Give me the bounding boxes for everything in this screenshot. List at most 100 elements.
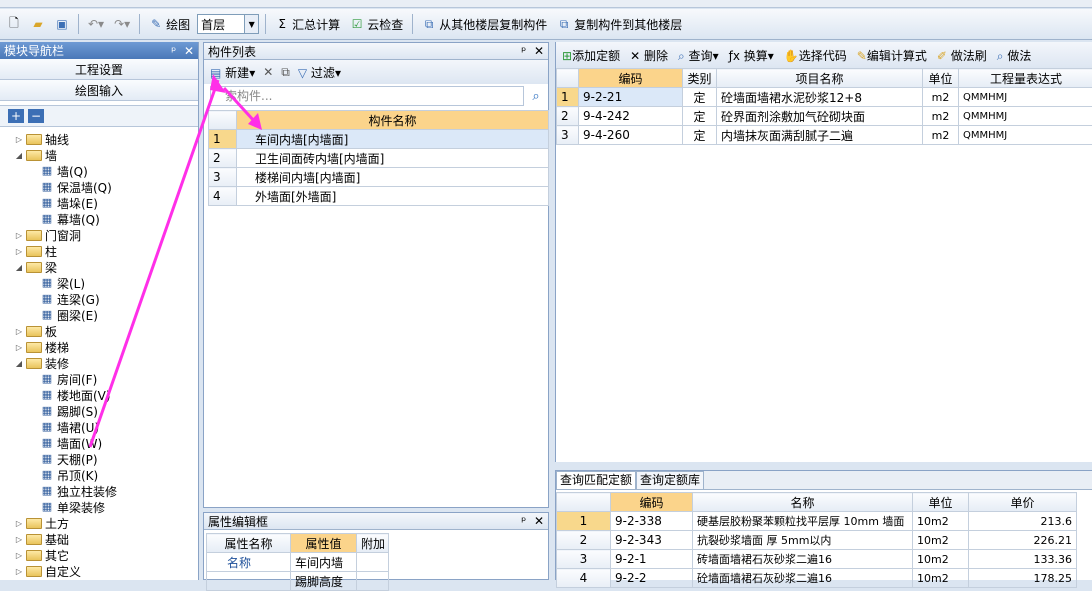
tree-item[interactable]: ▦保温墙(Q) [0, 179, 198, 195]
component-name-cell[interactable]: 外墙面[外墙面] [237, 187, 549, 206]
tree-item[interactable]: ▦单梁装修 [0, 499, 198, 515]
tree-item[interactable]: ▦独立柱装修 [0, 483, 198, 499]
tree-item[interactable]: ▦墙裙(U) [0, 419, 198, 435]
match-code-cell[interactable]: 9-2-2 [611, 569, 693, 588]
floor-select[interactable]: 首层▼ [197, 14, 259, 34]
component-row[interactable]: 1车间内墙[内墙面] [209, 130, 549, 149]
match-code-cell[interactable]: 9-2-343 [611, 531, 693, 550]
undo-button[interactable]: ↶▾ [85, 13, 107, 35]
tree-item[interactable]: ▦墙(Q) [0, 163, 198, 179]
new-file-button[interactable]: 🗋 [4, 13, 24, 35]
quota-expr-cell[interactable]: QMMHMJ [959, 107, 1092, 126]
query-button[interactable]: ⌕ 查询▾ [678, 47, 719, 64]
property-row[interactable]: 踢脚高度 [207, 572, 389, 591]
delete-component-icon[interactable]: ✕ [263, 65, 273, 79]
filter-button[interactable]: ▽ 过滤▾ [298, 64, 341, 81]
select-code-button[interactable]: ✋选择代码 [784, 47, 847, 64]
match-code-cell[interactable]: 9-2-1 [611, 550, 693, 569]
tree-item[interactable]: ▦梁(L) [0, 275, 198, 291]
match-row[interactable]: 29-2-343抗裂砂浆墙面 厚 5mm以内10m2226.21 [557, 531, 1077, 550]
match-price-cell[interactable]: 133.36 [969, 550, 1077, 569]
component-row[interactable]: 3楼梯间内墙[内墙面] [209, 168, 549, 187]
collapse-all-icon[interactable]: − [28, 109, 44, 123]
tree-item[interactable]: ▦天棚(P) [0, 451, 198, 467]
redo-button[interactable]: ↷▾ [111, 13, 133, 35]
match-name-cell[interactable]: 砖墙面墙裙石灰砂浆二遍16 [693, 550, 913, 569]
collapse-icon[interactable]: ◢ [14, 263, 24, 272]
quota-type-cell[interactable]: 定 [683, 126, 717, 145]
expand-icon[interactable]: ▷ [14, 535, 24, 544]
quota-unit-cell[interactable]: m2 [923, 107, 959, 126]
save-button[interactable]: ▣ [52, 13, 72, 35]
tree-item[interactable]: ▦幕墙(Q) [0, 211, 198, 227]
tree-item[interactable]: ▦连梁(G) [0, 291, 198, 307]
expand-icon[interactable]: ▷ [14, 567, 24, 576]
tree-folder[interactable]: ▷楼梯 [0, 339, 198, 355]
component-name-cell[interactable]: 楼梯间内墙[内墙面] [237, 168, 549, 187]
quota-name-cell[interactable]: 内墙抹灰面满刮腻子二遍 [717, 126, 923, 145]
quota-code-cell[interactable]: 9-4-260 [579, 126, 683, 145]
delete-quota-button[interactable]: ✕ 删除 [630, 47, 668, 64]
copy-component-icon[interactable]: ⧉ [281, 65, 290, 80]
expand-icon[interactable]: ▷ [14, 135, 24, 144]
copy-to-floor-button[interactable]: ⧉复制构件到其他楼层 [554, 13, 685, 35]
quota-row[interactable]: 29-4-242定砼界面剂涂敷加气砼砌块面m2QMMHMJ [557, 107, 1092, 126]
property-extra-cell[interactable] [357, 572, 389, 591]
tree-item[interactable]: ▦吊顶(K) [0, 467, 198, 483]
tree-folder[interactable]: ▷基础 [0, 531, 198, 547]
expand-icon[interactable]: ▷ [14, 327, 24, 336]
match-unit-cell[interactable]: 10m2 [913, 569, 969, 588]
close-icon[interactable]: ✕ [534, 44, 544, 58]
match-price-cell[interactable]: 213.6 [969, 512, 1077, 531]
match-name-cell[interactable]: 砼墙面墙裙石灰砂浆二遍16 [693, 569, 913, 588]
tree-item[interactable]: ▦墙垛(E) [0, 195, 198, 211]
quota-unit-cell[interactable]: m2 [923, 126, 959, 145]
match-unit-cell[interactable]: 10m2 [913, 512, 969, 531]
drawing-input-button[interactable]: 绘图输入 [0, 80, 198, 101]
add-quota-button[interactable]: ⊞添加定额 [562, 47, 620, 64]
quota-expr-cell[interactable]: QMMHMJ [959, 126, 1092, 145]
component-search-input[interactable]: 索构件... [210, 86, 524, 106]
sum-calc-button[interactable]: Σ汇总计算 [272, 13, 343, 35]
quota-row[interactable]: 19-2-21定砼墙面墙裙水泥砂浆12+8m2QMMHMJ [557, 88, 1092, 107]
quota-name-cell[interactable]: 砼墙面墙裙水泥砂浆12+8 [717, 88, 923, 107]
quota-type-cell[interactable]: 定 [683, 88, 717, 107]
property-value-cell[interactable]: 踢脚高度 [291, 572, 357, 591]
match-row[interactable]: 39-2-1砖墙面墙裙石灰砂浆二遍1610m2133.36 [557, 550, 1077, 569]
pin-icon[interactable]: ᵖ [521, 44, 526, 58]
expand-icon[interactable]: ▷ [14, 519, 24, 528]
close-icon[interactable]: ✕ [184, 44, 194, 58]
collapse-icon[interactable]: ◢ [14, 359, 24, 368]
tree-item[interactable]: ▦踢脚(S) [0, 403, 198, 419]
quota-row[interactable]: 39-4-260定内墙抹灰面满刮腻子二遍m2QMMHMJ [557, 126, 1092, 145]
tree-item[interactable]: ▦房间(F) [0, 371, 198, 387]
tree-folder[interactable]: ▷板 [0, 323, 198, 339]
quota-code-cell[interactable]: 9-4-242 [579, 107, 683, 126]
draw-button[interactable]: ✎绘图 [146, 13, 193, 35]
tree-folder[interactable]: ▷轴线 [0, 131, 198, 147]
quota-unit-cell[interactable]: m2 [923, 88, 959, 107]
property-row[interactable]: 名称车间内墙 [207, 553, 389, 572]
tree-item[interactable]: ▦圈梁(E) [0, 307, 198, 323]
tree-item[interactable]: ▦楼地面(V) [0, 387, 198, 403]
quota-expr-cell[interactable]: QMMHMJ [959, 88, 1092, 107]
quota-name-cell[interactable]: 砼界面剂涂敷加气砼砌块面 [717, 107, 923, 126]
collapse-icon[interactable]: ◢ [14, 151, 24, 160]
quota-type-cell[interactable]: 定 [683, 107, 717, 126]
expand-all-icon[interactable]: + [8, 109, 24, 123]
property-extra-cell[interactable] [357, 553, 389, 572]
convert-button[interactable]: ƒx 换算▾ [729, 47, 774, 64]
tab-match-quota[interactable]: 查询匹配定额 [556, 471, 636, 489]
method-query-button[interactable]: ⌕ 做法 [997, 47, 1032, 64]
cloud-check-button[interactable]: ☑云检查 [347, 13, 406, 35]
match-unit-cell[interactable]: 10m2 [913, 531, 969, 550]
tree-folder[interactable]: ▷柱 [0, 243, 198, 259]
expand-icon[interactable]: ▷ [14, 343, 24, 352]
expand-icon[interactable]: ▷ [14, 247, 24, 256]
tree-folder[interactable]: ▷自定义 [0, 563, 198, 579]
copy-from-floor-button[interactable]: ⧉从其他楼层复制构件 [419, 13, 550, 35]
tree-folder[interactable]: ▷其它 [0, 547, 198, 563]
pin-icon[interactable]: ᵖ [171, 44, 176, 58]
expand-icon[interactable]: ▷ [14, 551, 24, 560]
match-code-cell[interactable]: 9-2-338 [611, 512, 693, 531]
